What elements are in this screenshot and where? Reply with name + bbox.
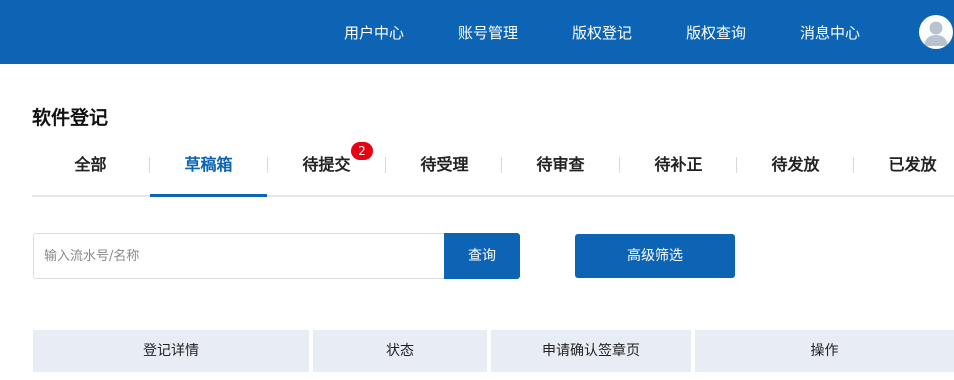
tab-label: 待发放 xyxy=(771,155,820,174)
tab-label: 待审查 xyxy=(536,155,585,174)
tab-label: 待受理 xyxy=(420,155,469,174)
tab-pending-submit[interactable]: 待提交 2 xyxy=(268,140,385,197)
nav-copyright-registration[interactable]: 版权登记 xyxy=(572,22,632,43)
tab-issued[interactable]: 已发放 xyxy=(854,140,954,197)
column-header-signature-page: 申请确认签章页 xyxy=(491,330,691,372)
search-input[interactable] xyxy=(34,234,444,278)
status-tabs: 全部 草稿箱 待提交 2 待受理 待审查 待补正 待发放 已发放 xyxy=(32,140,954,198)
nav-user-center[interactable]: 用户中心 xyxy=(344,22,404,43)
tab-label: 待补正 xyxy=(654,155,703,174)
user-avatar-icon[interactable] xyxy=(919,15,953,49)
tab-pending-correction[interactable]: 待补正 xyxy=(620,140,737,197)
column-header-details: 登记详情 xyxy=(33,330,309,372)
tab-label: 已发放 xyxy=(888,155,937,174)
nav-copyright-query[interactable]: 版权查询 xyxy=(686,22,746,43)
top-navigation-bar: 用户中心 账号管理 版权登记 版权查询 消息中心 xyxy=(0,0,954,64)
tab-pending-acceptance[interactable]: 待受理 xyxy=(386,140,503,197)
tab-drafts[interactable]: 草稿箱 xyxy=(150,140,267,197)
tab-label: 待提交 xyxy=(302,155,351,174)
nav-message-center[interactable]: 消息中心 xyxy=(800,22,860,43)
tab-all[interactable]: 全部 xyxy=(32,140,149,197)
tab-label: 草稿箱 xyxy=(184,155,233,174)
tab-pending-issue[interactable]: 待发放 xyxy=(737,140,854,197)
tab-pending-review[interactable]: 待审查 xyxy=(502,140,619,197)
advanced-filter-button[interactable]: 高级筛选 xyxy=(575,234,735,278)
page-title: 软件登记 xyxy=(32,107,109,129)
column-header-actions: 操作 xyxy=(695,330,954,372)
pending-count-badge: 2 xyxy=(351,142,373,160)
search-field xyxy=(33,233,444,279)
search-button[interactable]: 查询 xyxy=(444,233,520,279)
tab-label: 全部 xyxy=(74,155,107,174)
nav-account-management[interactable]: 账号管理 xyxy=(458,22,518,43)
column-header-status: 状态 xyxy=(313,330,487,372)
